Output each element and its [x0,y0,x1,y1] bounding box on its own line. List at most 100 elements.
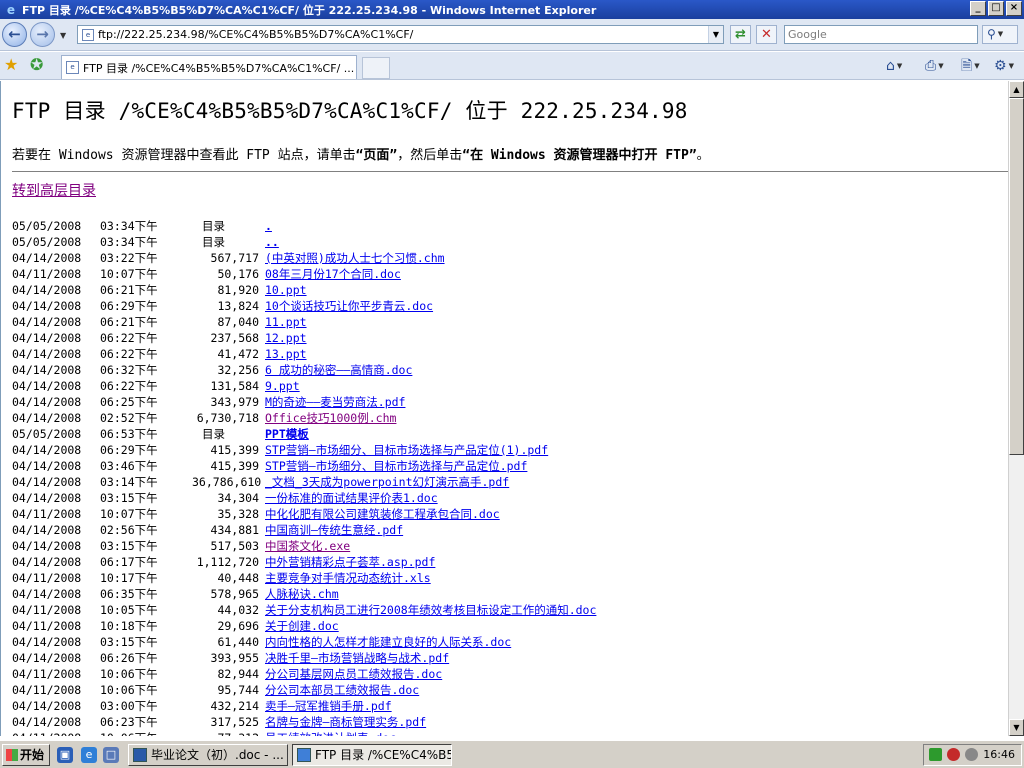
file-row: 04/14/2008 06:26下午 393,955 决胜千里—市场营销战略与战术.p… [12,650,1008,666]
address-bar[interactable]: e ftp://222.25.234.98/%CE%C4%B5%B5%D7%CA… [77,25,724,44]
forward-arrow-icon[interactable]: → [30,22,55,47]
file-link[interactable]: 名牌与金牌—商标管理实务.pdf [265,715,426,729]
file-link[interactable]: 11.ppt [265,315,307,329]
file-link[interactable]: 中化化肥有限公司建筑装修工程承包合同.doc [265,507,500,521]
file-link[interactable]: 10.ppt [265,283,307,297]
file-link[interactable]: Office技巧1000例.chm [265,411,396,425]
window-title: FTP 目录 /%CE%C4%B5%B5%D7%CA%C1%CF/ 位于 222… [22,3,597,17]
url-text[interactable]: ftp://222.25.234.98/%CE%C4%B5%B5%D7%CA%C… [98,28,708,41]
maximize-button[interactable]: □ [988,1,1004,16]
file-date: 04/14/2008 [12,283,82,297]
ie-icon[interactable]: e [81,747,97,763]
page-content: FTP 目录 /%CE%C4%B5%B5%D7%CA%C1%CF/ 位于 222… [1,81,1008,736]
file-link[interactable]: 人脉秘诀.chm [265,587,339,601]
file-link[interactable]: 中国茶文化.exe [265,539,350,553]
file-link[interactable]: 员工绩效改进计划表.doc [265,731,396,736]
scroll-up-icon[interactable]: ▲ [1009,81,1024,98]
new-tab-button[interactable] [362,57,390,79]
directory-listing: 05/05/2008 03:34下午 目录. 05/05/2008 03:34下午 目录.… [12,218,1008,736]
file-link[interactable]: (中英对照)成功人士七个习惯.chm [265,251,445,265]
file-time: 06:53下午 [100,427,158,441]
start-label: 开始 [20,748,45,762]
file-link[interactable]: 中国商训—传统生意经.pdf [265,523,403,537]
file-link[interactable]: 关于创建.doc [265,619,339,633]
file-size: 40,448 [217,571,259,585]
file-name-cell: 9.ppt [265,378,300,394]
file-name-cell: 分公司本部员工绩效报告.doc [265,682,419,698]
file-link[interactable]: 关于分支机构员工进行2008年绩效考核目标设定工作的通知.doc [265,603,596,617]
printer-icon[interactable]: ⎙ ▼ [925,57,944,75]
refresh-icon[interactable]: ⇄ [730,25,751,44]
gear-icon[interactable]: ⚙ ▼ [994,57,1014,75]
volume-icon[interactable] [965,748,978,761]
add-favorites-icon[interactable]: ✪ [30,57,43,73]
tab-label: FTP 目录 /%CE%C4%B5%B5%D7%CA%C1%CF/ ... [83,61,355,75]
file-link[interactable]: 13.ppt [265,347,307,361]
file-size: 1,112,720 [196,555,259,569]
page-menu-icon[interactable]: 🗎 ▼ [961,57,980,75]
directory-link[interactable]: PPT模板 [265,427,309,441]
search-icon[interactable]: ⚲ ▼ [982,25,1018,44]
tab-ftp-directory[interactable]: e FTP 目录 /%CE%C4%B5%B5%D7%CA%C1%CF/ ... [61,55,357,79]
file-link[interactable]: M的奇迹——麦当劳商法.pdf [265,395,405,409]
file-link[interactable]: 决胜千里—市场营销战略与战术.pdf [265,651,449,665]
file-date: 04/14/2008 [12,395,82,409]
file-row: 04/14/2008 03:15下午 34,304 一份标准的面试结果评价表1.doc [12,490,1008,506]
file-date: 04/11/2008 [12,683,82,697]
directory-tag: 目录 [202,427,225,441]
window-controls: _ □ × [970,1,1022,16]
directory-link[interactable]: . [265,219,272,233]
file-date: 04/14/2008 [12,315,82,329]
file-link[interactable]: 卖手—冠军推销手册.pdf [265,699,392,713]
favorites-star-icon[interactable]: ★ [4,57,18,73]
instructions: 若要在 Windows 资源管理器中查看此 FTP 站点，请单击“页面”，然后单… [12,144,1008,163]
taskbar-item-ie[interactable]: FTP 目录 /%CE%C4%B5%B... [292,744,452,766]
back-arrow-icon[interactable]: ← [2,22,27,47]
recent-pages-dropdown[interactable]: ▼ [60,31,66,40]
security-shield-icon[interactable] [947,748,960,761]
file-link[interactable]: 9.ppt [265,379,300,393]
address-dropdown-icon[interactable]: ▼ [708,26,723,43]
stop-icon[interactable]: ✕ [756,25,777,44]
file-link[interactable]: 分公司本部员工绩效报告.doc [265,683,419,697]
file-time: 03:22下午 [100,251,158,265]
file-link[interactable]: 内向性格的人怎样才能建立良好的人际关系.doc [265,635,511,649]
file-link[interactable]: STP营销—市场细分、目标市场选择与产品定位(1).pdf [265,443,548,457]
close-button[interactable]: × [1006,1,1022,16]
file-link[interactable]: 中外营销精彩点子荟萃.asp.pdf [265,555,435,569]
file-row: 04/11/2008 10:05下午 44,032 关于分支机构员工进行2008年绩效… [12,602,1008,618]
file-link[interactable]: 12.ppt [265,331,307,345]
file-link[interactable]: 10个谈话技巧让你平步青云.doc [265,299,433,313]
file-time: 06:26下午 [100,651,158,665]
network-icon[interactable] [929,748,942,761]
tab-toolbar: ★ ✪ e FTP 目录 /%CE%C4%B5%B5%D7%CA%C1%CF/ … [0,52,1024,80]
search-input[interactable]: Google [784,25,978,44]
file-link[interactable]: 主要竞争对手情况动态统计.xls [265,571,431,585]
file-link[interactable]: 6 成功的秘密——高情商.doc [265,363,412,377]
start-button[interactable]: 开始 [2,744,50,766]
scrollbar-thumb[interactable] [1009,98,1024,455]
minimize-button[interactable]: _ [970,1,986,16]
vertical-scrollbar[interactable]: ▲ ▼ [1008,81,1024,736]
directory-link[interactable]: .. [265,235,279,249]
file-row: 04/14/2008 03:22下午 567,717 (中英对照)成功人士七个习惯.c… [12,250,1008,266]
parent-directory-link[interactable]: 转到高层目录 [12,180,96,200]
explorer-icon[interactable]: □ [103,747,119,763]
file-time: 06:22下午 [100,331,158,345]
file-size: 393,955 [210,651,259,665]
file-size: 82,944 [217,667,259,681]
file-row: 04/11/2008 10:07下午 50,176 08年三月份17个合同.doc [12,266,1008,282]
taskbar-item-word[interactable]: 毕业论文（初）.doc - ... [128,744,288,766]
home-icon[interactable]: ⌂ ▼ [886,57,902,75]
show-desktop-icon[interactable]: ▣ [57,747,73,763]
instructions-open-ftp: “在 Windows 资源管理器中打开 FTP” [462,148,697,163]
file-row: 04/14/2008 06:21下午 87,040 11.ppt [12,314,1008,330]
file-time: 03:14下午 [100,475,158,489]
file-link[interactable]: _文档_3天成为powerpoint幻灯演示高手.pdf [265,475,509,489]
file-link[interactable]: 分公司基层网点员工绩效报告.doc [265,667,442,681]
file-date: 04/11/2008 [12,603,82,617]
file-link[interactable]: 一份标准的面试结果评价表1.doc [265,491,438,505]
file-link[interactable]: STP营销—市场细分、目标市场选择与产品定位.pdf [265,459,527,473]
file-link[interactable]: 08年三月份17个合同.doc [265,267,401,281]
scroll-down-icon[interactable]: ▼ [1009,719,1024,736]
